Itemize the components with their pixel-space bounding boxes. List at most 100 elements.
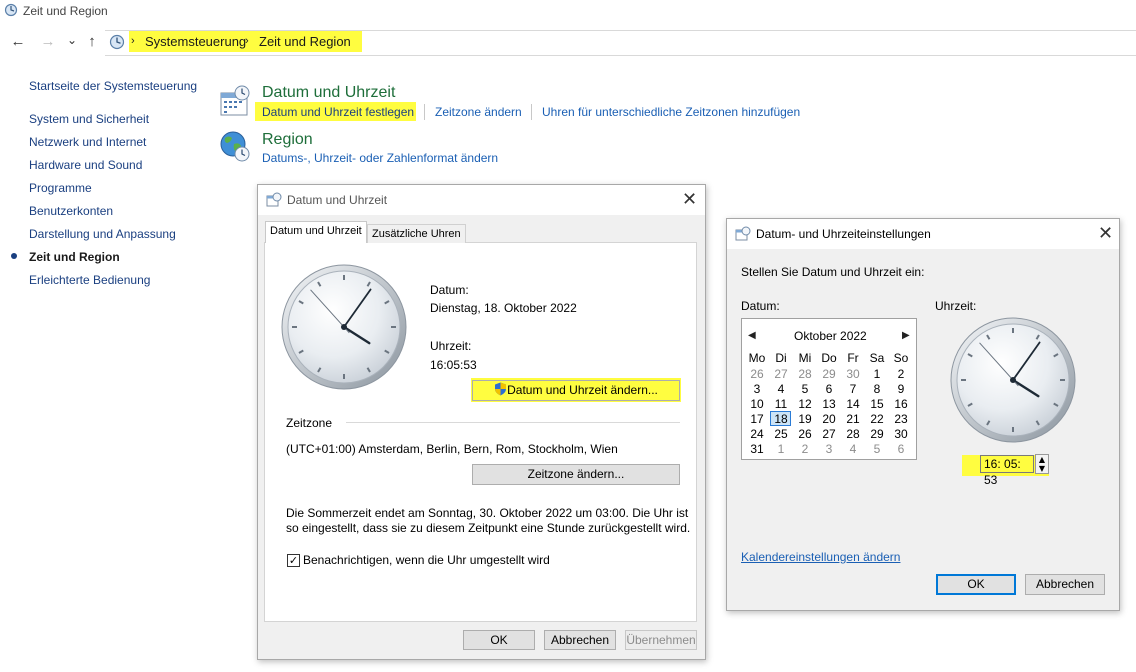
calendar-day[interactable]: 9 bbox=[889, 382, 913, 396]
category-title-datetime[interactable]: Datum und Uhrzeit bbox=[262, 84, 395, 102]
weekday-header: Mi bbox=[798, 351, 812, 365]
time-spinner[interactable]: ▲ ▼ bbox=[1035, 454, 1049, 474]
calendar-day[interactable]: 12 bbox=[793, 397, 817, 411]
calendar-day[interactable]: 7 bbox=[841, 382, 865, 396]
calendar-month-title[interactable]: Oktober 2022 bbox=[794, 329, 867, 343]
breadcrumb-systemsteuerung[interactable]: Systemsteuerung bbox=[145, 34, 246, 49]
calendar-day[interactable]: 18 bbox=[769, 412, 793, 426]
category-title-region[interactable]: Region bbox=[262, 131, 313, 149]
region-globe-icon[interactable] bbox=[218, 130, 252, 164]
calendar-day[interactable]: 13 bbox=[817, 397, 841, 411]
sidebar-item-user-accounts[interactable]: Benutzerkonten bbox=[29, 204, 113, 218]
calendar-day[interactable]: 4 bbox=[769, 382, 793, 396]
ok-button[interactable]: OK bbox=[936, 574, 1016, 595]
calendar-day[interactable]: 30 bbox=[841, 367, 865, 381]
calendar-day[interactable]: 29 bbox=[865, 427, 889, 441]
calendar-day[interactable]: 2 bbox=[889, 367, 913, 381]
spin-up-icon[interactable]: ▲ bbox=[1036, 455, 1048, 464]
change-date-time-button[interactable]: Datum und Uhrzeit ändern... bbox=[472, 380, 680, 401]
calendar-day[interactable]: 25 bbox=[769, 427, 793, 441]
control-panel-icon bbox=[4, 3, 18, 17]
close-icon[interactable]: ✕ bbox=[1098, 223, 1113, 244]
next-month-icon[interactable]: ▶ bbox=[902, 330, 910, 341]
calendar-day[interactable]: 28 bbox=[841, 427, 865, 441]
datetime-dialog-title: Datum und Uhrzeit bbox=[287, 193, 388, 207]
calendar-day[interactable]: 6 bbox=[817, 382, 841, 396]
spin-down-icon[interactable]: ▼ bbox=[1036, 464, 1048, 473]
sidebar-home-link[interactable]: Startseite der Systemsteuerung bbox=[29, 79, 197, 93]
calendar-day[interactable]: 22 bbox=[865, 412, 889, 426]
change-date-time-label: Datum und Uhrzeit ändern... bbox=[507, 383, 658, 397]
cancel-button[interactable]: Abbrechen bbox=[1025, 574, 1105, 595]
weekday-header: Mo bbox=[748, 351, 766, 365]
dst-info-line1: Die Sommerzeit endet am Sonntag, 30. Okt… bbox=[286, 506, 689, 520]
instruction-text: Stellen Sie Datum und Uhrzeit ein: bbox=[741, 265, 925, 279]
calendar-day[interactable]: 30 bbox=[889, 427, 913, 441]
calendar-day[interactable]: 28 bbox=[793, 367, 817, 381]
notify-checkbox[interactable]: ✓ bbox=[287, 554, 300, 567]
calendar-day[interactable]: 11 bbox=[769, 397, 793, 411]
calendar-day[interactable]: 8 bbox=[865, 382, 889, 396]
calendar-day[interactable]: 2 bbox=[793, 442, 817, 456]
link-add-clocks[interactable]: Uhren für unterschiedliche Zeitzonen hin… bbox=[542, 105, 800, 119]
close-icon[interactable]: ✕ bbox=[682, 189, 697, 210]
calendar-settings-link[interactable]: Kalendereinstellungen ändern bbox=[741, 550, 900, 564]
datetime-dialog-icon bbox=[266, 192, 282, 207]
recent-locations-chevron-icon[interactable]: ⌄ bbox=[62, 30, 82, 50]
prev-month-icon[interactable]: ◀ bbox=[748, 330, 756, 341]
link-change-timezone[interactable]: Zeitzone ändern bbox=[435, 105, 522, 119]
notify-checkbox-label[interactable]: Benachrichtigen, wenn die Uhr umgestellt… bbox=[303, 553, 550, 567]
change-timezone-button[interactable]: Zeitzone ändern... bbox=[472, 464, 680, 485]
calendar-day[interactable]: 20 bbox=[817, 412, 841, 426]
calendar-day[interactable]: 5 bbox=[865, 442, 889, 456]
weekday-header: Di bbox=[775, 351, 787, 365]
calendar-day[interactable]: 14 bbox=[841, 397, 865, 411]
tab-additional-clocks[interactable]: Zusätzliche Uhren bbox=[367, 224, 466, 243]
sidebar-item-programs[interactable]: Programme bbox=[29, 181, 92, 195]
calendar-day[interactable]: 26 bbox=[793, 427, 817, 441]
sidebar-item-system-security[interactable]: System und Sicherheit bbox=[29, 112, 149, 126]
calendar-day[interactable]: 21 bbox=[841, 412, 865, 426]
calendar-day[interactable]: 1 bbox=[865, 367, 889, 381]
calendar-day[interactable]: 5 bbox=[793, 382, 817, 396]
calendar-day[interactable]: 19 bbox=[793, 412, 817, 426]
calendar-day[interactable]: 27 bbox=[817, 427, 841, 441]
calendar-day[interactable]: 15 bbox=[865, 397, 889, 411]
calendar-day[interactable]: 1 bbox=[769, 442, 793, 456]
breadcrumb-separator-icon[interactable]: › bbox=[245, 35, 249, 47]
tab-date-time[interactable]: Datum und Uhrzeit bbox=[265, 221, 367, 243]
window-titlebar: Zeit und Region bbox=[0, 0, 1136, 22]
timezone-heading: Zeitzone bbox=[286, 416, 333, 430]
date-time-category-icon[interactable] bbox=[218, 85, 252, 119]
analog-clock bbox=[281, 264, 407, 390]
calendar-day[interactable]: 27 bbox=[769, 367, 793, 381]
calendar-day[interactable]: 23 bbox=[889, 412, 913, 426]
calendar-day[interactable]: 24 bbox=[745, 427, 769, 441]
ok-button[interactable]: OK bbox=[463, 630, 535, 650]
back-arrow-icon[interactable]: ← bbox=[8, 32, 28, 52]
calendar-day[interactable]: 17 bbox=[745, 412, 769, 426]
time-input-field[interactable]: 16: 05: 53 bbox=[980, 455, 1034, 487]
calendar-day[interactable]: 6 bbox=[889, 442, 913, 456]
calendar-day[interactable]: 26 bbox=[745, 367, 769, 381]
sidebar-item-accessibility[interactable]: Erleichterte Bedienung bbox=[29, 273, 150, 287]
calendar-day[interactable]: 3 bbox=[817, 442, 841, 456]
breadcrumb-separator-icon[interactable]: › bbox=[131, 35, 135, 47]
breadcrumb-zeit-und-region[interactable]: Zeit und Region bbox=[259, 34, 351, 49]
calendar-day[interactable]: 4 bbox=[841, 442, 865, 456]
calendar-day[interactable]: 31 bbox=[745, 442, 769, 456]
link-change-format[interactable]: Datums-, Uhrzeit- oder Zahlenformat ände… bbox=[262, 151, 498, 165]
calendar-day[interactable]: 29 bbox=[817, 367, 841, 381]
apply-button[interactable]: Übernehmen bbox=[625, 630, 697, 650]
cancel-button[interactable]: Abbrechen bbox=[544, 630, 616, 650]
calendar-day[interactable]: 16 bbox=[889, 397, 913, 411]
forward-arrow-icon[interactable]: → bbox=[38, 32, 58, 52]
link-set-date-time[interactable]: Datum und Uhrzeit festlegen bbox=[262, 105, 414, 119]
calendar-day[interactable]: 10 bbox=[745, 397, 769, 411]
sidebar-item-appearance[interactable]: Darstellung und Anpassung bbox=[29, 227, 176, 241]
sidebar-item-network[interactable]: Netzwerk und Internet bbox=[29, 135, 146, 149]
up-arrow-icon[interactable]: ↑ bbox=[82, 32, 102, 52]
sidebar-item-hardware-sound[interactable]: Hardware und Sound bbox=[29, 158, 142, 172]
sidebar-item-time-region[interactable]: Zeit und Region bbox=[29, 250, 120, 264]
calendar-day[interactable]: 3 bbox=[745, 382, 769, 396]
